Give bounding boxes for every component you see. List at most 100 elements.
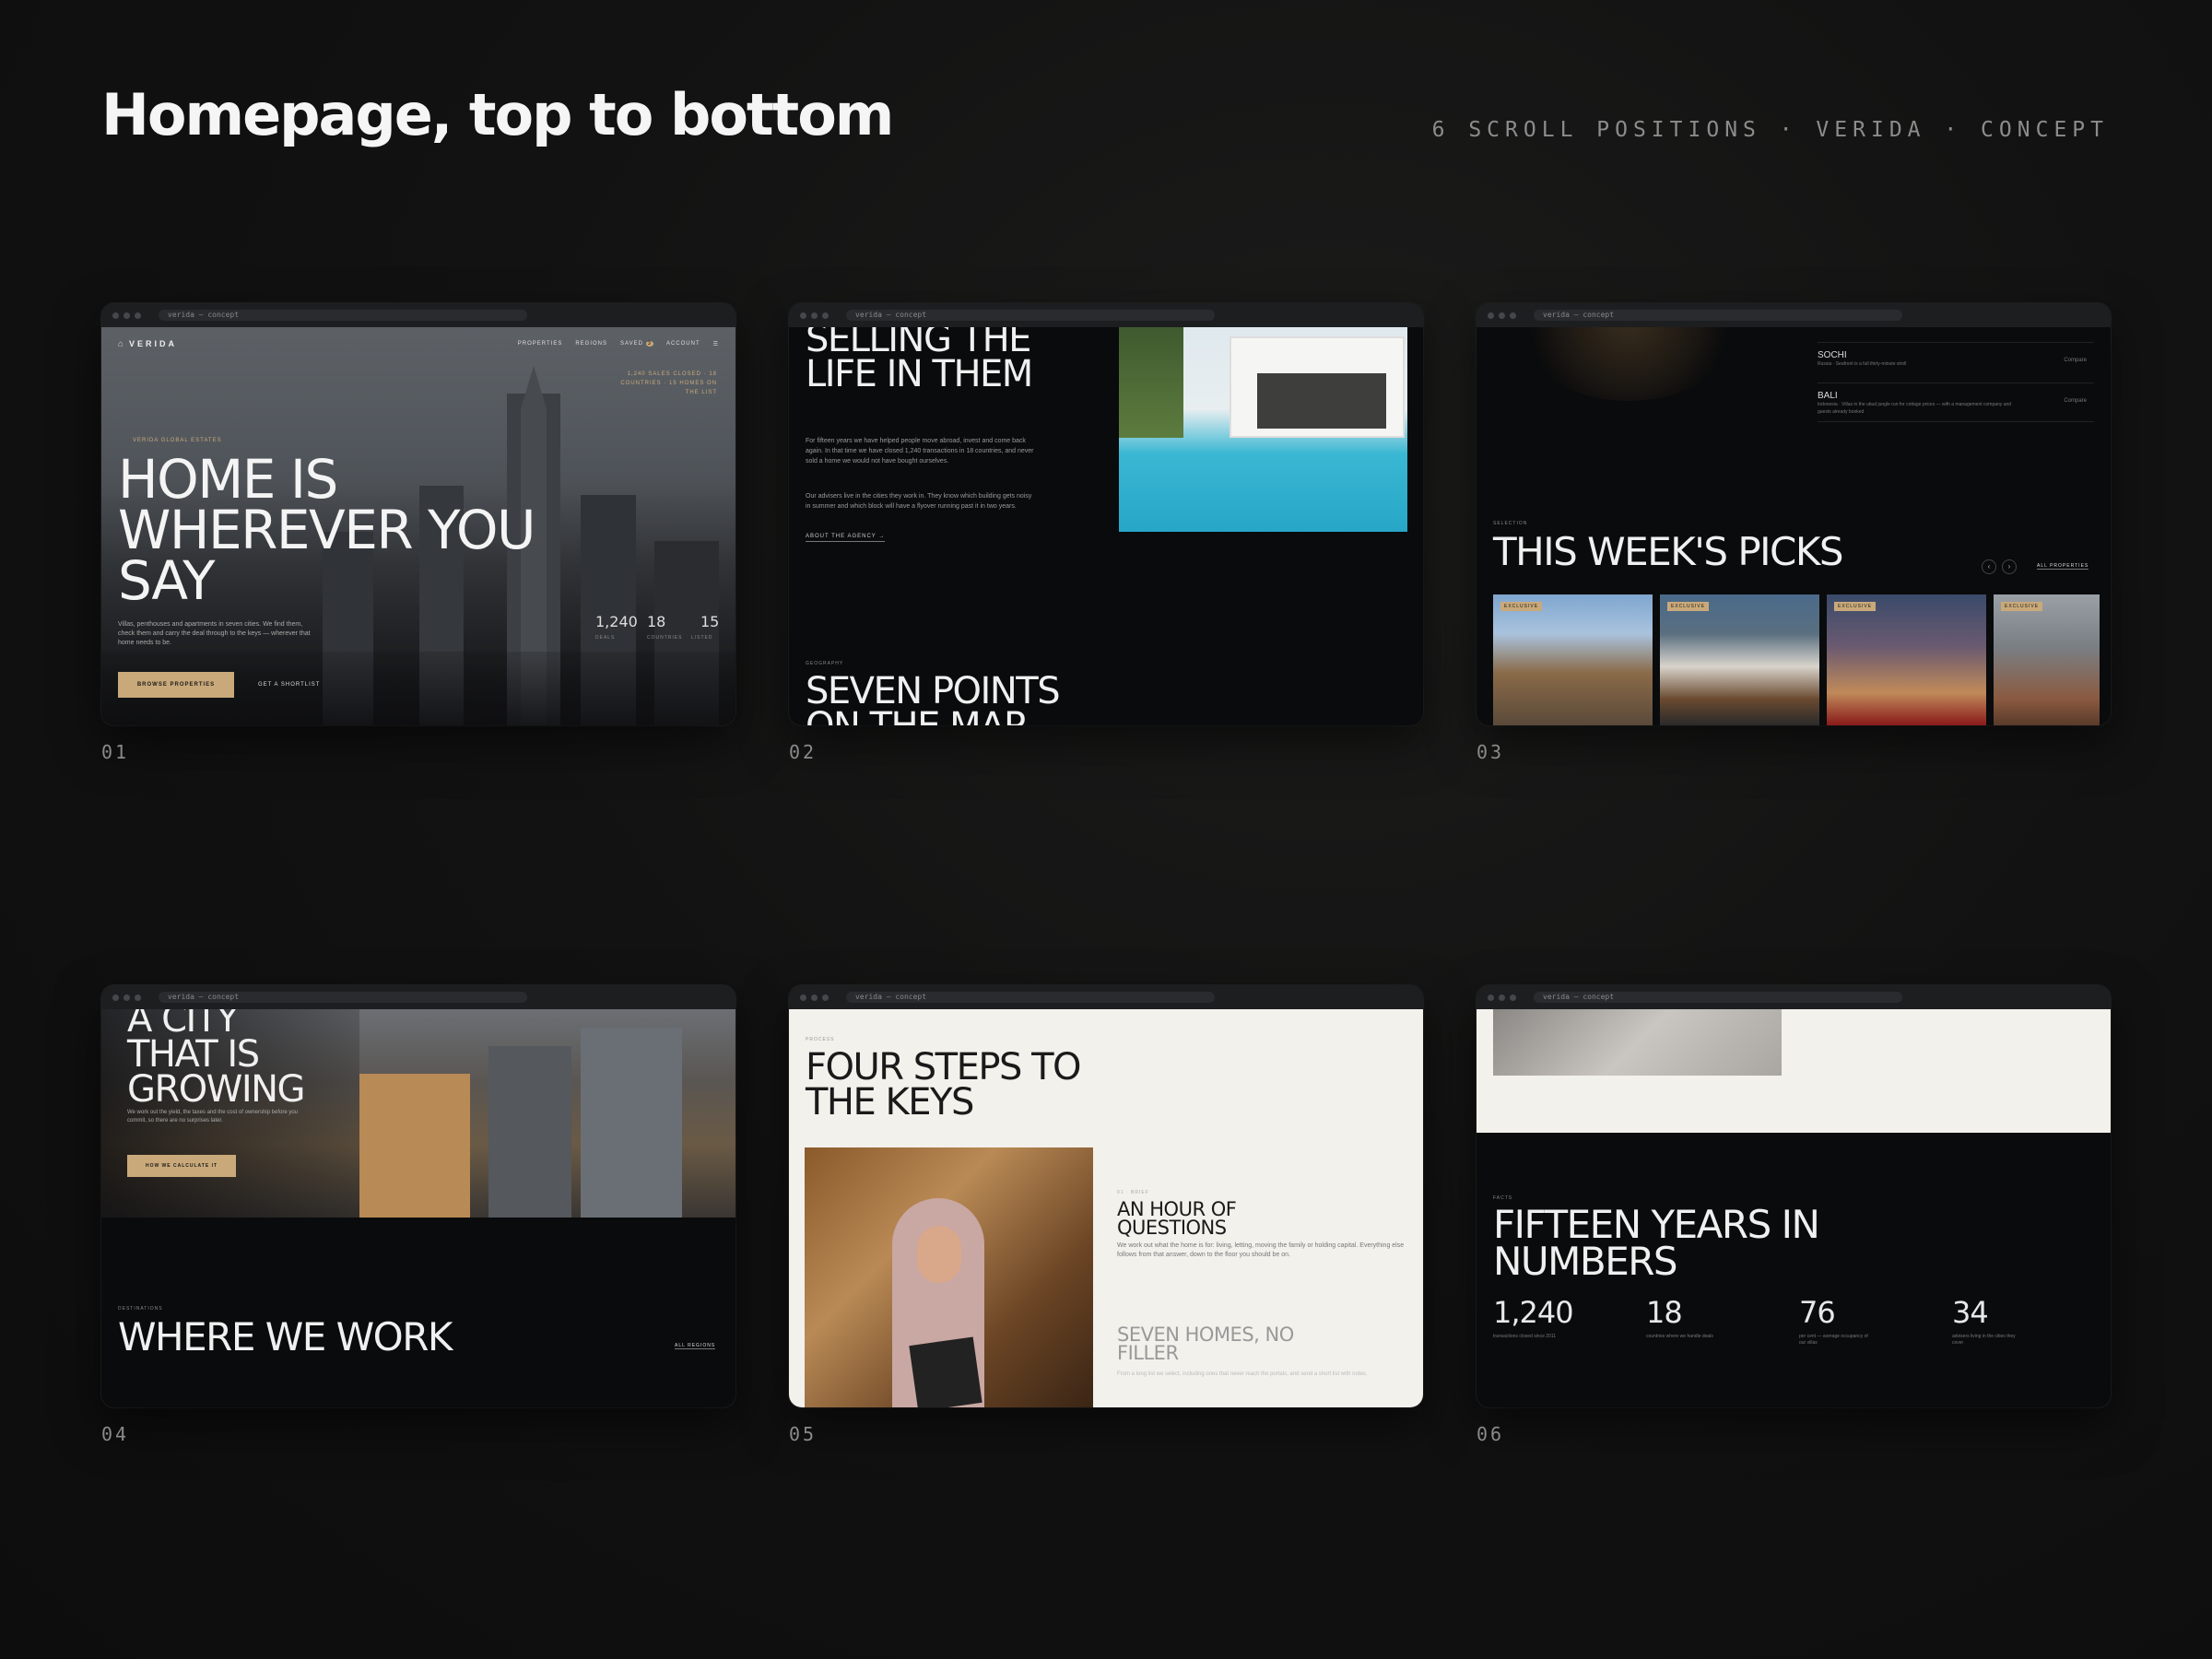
section-headline: SELLING THE LIFE IN THEM (806, 327, 1033, 395)
process-headline: FOUR STEPS TO THE KEYS (806, 1046, 1082, 1124)
window-dot (800, 994, 806, 1001)
viewport: SOCHI Russia · Seafront is a full thirty… (1477, 327, 2111, 725)
frame-label-04: 04 (101, 1423, 130, 1445)
window-dot (1510, 994, 1516, 1001)
frame-label-03: 03 (1477, 741, 1505, 763)
how-we-calculate-button[interactable]: HOW WE CALCULATE IT (127, 1155, 236, 1177)
window-dot (822, 312, 829, 319)
fact-stat-label: countries where we handle deals (1646, 1334, 1713, 1339)
screenshot-frame-03: verida — concept SOCHI Russia · Seafront… (1477, 303, 2111, 725)
adviser-photo (805, 1147, 1093, 1407)
process-eyebrow: PROCESS (806, 1037, 835, 1042)
window-dot (1488, 312, 1494, 319)
all-properties-link[interactable]: ALL PROPERTIES (2037, 563, 2089, 570)
fact-stat-value: 34 (1952, 1295, 1989, 1330)
hero-eyebrow: VERIDA GLOBAL ESTATES (133, 438, 222, 443)
url-bar: verida — concept (159, 992, 527, 1003)
page-meta: 6 SCROLL POSITIONS · VERIDA · CONCEPT (1431, 118, 2109, 142)
region-name: SOCHI (1818, 350, 1847, 360)
exclusive-badge: EXCLUSIVE (1834, 602, 1877, 611)
browse-properties-button[interactable]: BROWSE PROPERTIES (118, 672, 234, 698)
compare-link[interactable]: Compare (2064, 398, 2087, 404)
nav-properties[interactable]: PROPERTIES (518, 341, 563, 347)
next-step-body: From a long list we select, including on… (1117, 1371, 1368, 1377)
next-section-headline: SEVEN POINTS ON THE MAP (806, 670, 1061, 725)
fact-stat-value: 18 (1646, 1295, 1683, 1330)
saved-count-badge: 3 (645, 340, 653, 347)
next-arrow-icon[interactable]: › (2002, 559, 2017, 574)
property-card[interactable]: EXCLUSIVE (1493, 594, 1653, 725)
about-agency-link[interactable]: ABOUT THE AGENCY → (806, 534, 886, 542)
site-nav: ⌂ VERIDA PROPERTIES REGIONS SAVED 3 ACCO… (118, 335, 719, 353)
about-body-1: For fifteen years we have helped people … (806, 438, 1034, 465)
window-dot (135, 312, 141, 319)
hero-body: Villas, penthouses and apartments in sev… (118, 621, 311, 646)
exclusive-badge: EXCLUSIVE (2001, 602, 2043, 611)
exclusive-badge: EXCLUSIVE (1500, 602, 1543, 611)
screenshot-frame-06: verida — concept FACTS FIFTEEN YEARS IN … (1477, 985, 2111, 1407)
all-regions-link[interactable]: ALL REGIONS (675, 1343, 716, 1349)
step-tag: 01 · BRIEF (1117, 1190, 1149, 1195)
property-card[interactable]: EXCLUSIVE (1827, 594, 1986, 725)
fact-stat-value: 76 (1799, 1295, 1836, 1330)
hero-headline: HOME IS WHEREVER YOU SAY (118, 448, 535, 613)
region-desc: Russia · Seafront is a full thirty-minut… (1818, 361, 1907, 367)
nav-saved-label: SAVED (620, 340, 643, 347)
browser-chrome: verida — concept (789, 985, 1423, 1009)
fact-stat-label: advisers living in the cities they cover (1952, 1334, 2016, 1346)
section-headline: A CITY THAT IS GROWING (127, 1009, 306, 1111)
window-dot (112, 994, 119, 1001)
nav-menu: PROPERTIES REGIONS SAVED 3 ACCOUNT ☰ (518, 340, 719, 347)
browser-chrome: verida — concept (1477, 303, 2111, 327)
hero-stat-label: LISTED (691, 635, 713, 641)
window-dot (1488, 994, 1494, 1001)
fact-stat-value: 1,240 (1493, 1295, 1574, 1330)
prev-arrow-icon[interactable]: ‹ (1982, 559, 1996, 574)
viewport: PROCESS FOUR STEPS TO THE KEYS 01 · BRIE… (789, 1009, 1423, 1407)
compare-link[interactable]: Compare (2064, 358, 2087, 363)
viewport: ⌂ VERIDA PROPERTIES REGIONS SAVED 3 ACCO… (101, 327, 735, 725)
page-title: Homepage, top to bottom (101, 81, 894, 148)
person-face (917, 1226, 961, 1283)
palm-trees (1119, 327, 1183, 438)
fact-stat-label: per cent — average occupancy of our vill… (1799, 1334, 1868, 1346)
laptop (909, 1336, 982, 1407)
url-bar: verida — concept (159, 310, 527, 321)
nav-saved[interactable]: SAVED 3 (620, 340, 653, 347)
window-dot (124, 994, 130, 1001)
hero-stat: 15 (700, 613, 720, 630)
region-item[interactable]: BALI Indonesia · Villas in the ubud jung… (1818, 382, 2094, 422)
property-card[interactable]: EXCLUSIVE (1660, 594, 1819, 725)
villa-pool-image (1119, 327, 1407, 532)
browser-chrome: verida — concept (101, 303, 735, 327)
window-dot (811, 994, 818, 1001)
exclusive-badge: EXCLUSIVE (1667, 602, 1710, 611)
url-bar: verida — concept (846, 992, 1215, 1003)
menu-icon[interactable]: ☰ (713, 341, 719, 347)
nav-account[interactable]: ACCOUNT (666, 341, 700, 347)
selection-eyebrow: SELECTION (1493, 521, 1528, 526)
site-logo[interactable]: VERIDA (129, 339, 177, 348)
frame-label-02: 02 (789, 741, 818, 763)
url-bar: verida — concept (1534, 992, 1902, 1003)
browser-chrome: verida — concept (789, 303, 1423, 327)
property-card[interactable]: EXCLUSIVE (1994, 594, 2100, 725)
get-shortlist-link[interactable]: GET A SHORTLIST (258, 682, 320, 688)
window-dot (822, 994, 829, 1001)
nav-regions[interactable]: REGIONS (575, 341, 607, 347)
region-item[interactable]: SOCHI Russia · Seafront is a full thirty… (1818, 342, 2094, 368)
hero-stat: 18 (647, 613, 666, 630)
step-body: We work out what the home is for: living… (1117, 1242, 1405, 1258)
hero-tagline: 1,240 SALES CLOSED · 18 COUNTRIES · 15 H… (620, 371, 717, 395)
window-dot (1499, 312, 1505, 319)
hero-stat-label: DEALS (595, 635, 616, 641)
screenshot-frame-02: verida — concept SELLING THE LIFE IN THE… (789, 303, 1423, 725)
yield-body: We work out the yield, the taxes and the… (127, 1110, 298, 1124)
hero-stat-label: COUNTRIES (647, 635, 683, 641)
screenshot-frame-05: verida — concept PROCESS FOUR STEPS TO T… (789, 985, 1423, 1407)
facts-eyebrow: FACTS (1493, 1195, 1513, 1201)
globe-graphic (1513, 327, 1744, 401)
window-dot (811, 312, 818, 319)
picks-headline: THIS WEEK'S PICKS (1493, 529, 1844, 574)
browser-chrome: verida — concept (1477, 985, 2111, 1009)
